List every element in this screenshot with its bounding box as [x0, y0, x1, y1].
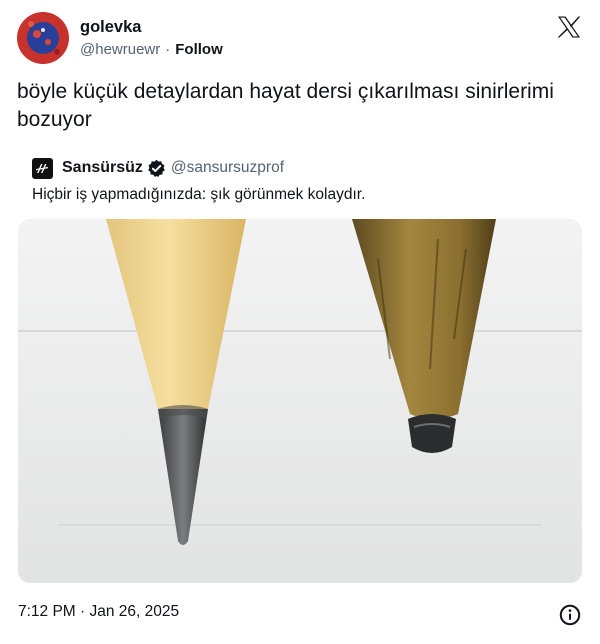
tweet-timestamp[interactable]: 7:12 PM · Jan 26, 2025: [18, 603, 179, 621]
quoted-avatar[interactable]: [32, 157, 53, 179]
author-avatar[interactable]: [17, 12, 69, 64]
quoted-tweet-text: Hiçbir iş yapmadığınızda: şık görünmek k…: [32, 186, 366, 203]
tweet-text: böyle küçük detaylardan hayat dersi çıka…: [17, 80, 554, 131]
author-subline: @hewruewr · Follow: [80, 41, 223, 58]
info-icon[interactable]: [559, 604, 581, 626]
tweet-card: golevka @hewruewr · Follow böyle küçük det…: [0, 0, 600, 644]
quoted-tweet-header[interactable]: Sansürsüz @sansursuzprof: [32, 156, 284, 180]
pencils-illustration: [18, 219, 582, 583]
quoted-photo[interactable]: [18, 219, 582, 583]
quoted-handle[interactable]: @sansursuzprof: [171, 159, 284, 177]
separator-dot: ·: [165, 41, 171, 58]
author-display-name[interactable]: golevka: [80, 18, 141, 37]
author-handle[interactable]: @hewruewr: [80, 41, 160, 58]
quoted-display-name[interactable]: Sansürsüz: [62, 159, 143, 177]
follow-button[interactable]: Follow: [175, 41, 223, 58]
x-logo-icon[interactable]: [557, 16, 581, 38]
verified-badge-icon: [148, 159, 165, 177]
